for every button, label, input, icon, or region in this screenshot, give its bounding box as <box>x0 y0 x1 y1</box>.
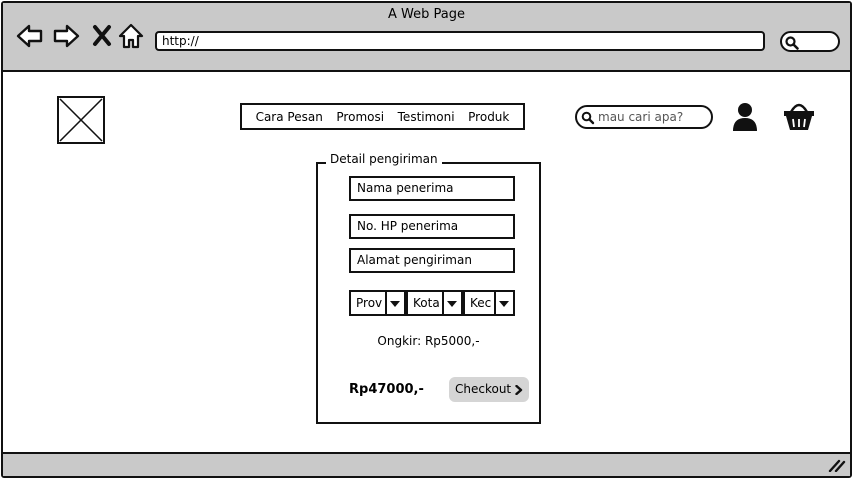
province-select[interactable]: Prov <box>349 290 406 316</box>
district-select[interactable]: Kec <box>463 290 515 316</box>
forward-arrow-icon[interactable] <box>52 22 80 50</box>
nav-item-testimoni[interactable]: Testimoni <box>398 110 455 124</box>
chevron-right-icon <box>515 385 523 395</box>
total-price: Rp47000,- <box>349 382 424 397</box>
shipping-cost-text: Ongkir: Rp5000,- <box>377 334 480 348</box>
district-select-value: Kec <box>470 296 492 310</box>
shipping-address-field[interactable]: Alamat pengiriman <box>349 248 515 273</box>
logo-image-placeholder <box>57 96 105 144</box>
user-account-icon[interactable] <box>732 102 758 132</box>
chevron-down-icon[interactable] <box>442 292 461 314</box>
chevron-down-icon[interactable] <box>385 292 404 314</box>
browser-statusbar <box>3 452 850 476</box>
nav-item-cara-pesan[interactable]: Cara Pesan <box>256 110 323 124</box>
checkout-button-label: Checkout <box>455 382 512 396</box>
fieldset-legend: Detail pengiriman <box>326 152 442 166</box>
province-select-value: Prov <box>356 296 383 310</box>
search-placeholder: mau cari apa? <box>598 110 684 124</box>
checkout-button[interactable]: Checkout <box>449 377 529 402</box>
recipient-name-field[interactable]: Nama penerima <box>349 176 515 201</box>
back-arrow-icon[interactable] <box>16 22 44 50</box>
image-placeholder-icon <box>59 98 103 142</box>
main-nav: Cara Pesan Promosi Testimoni Produk <box>240 103 525 130</box>
city-select[interactable]: Kota <box>406 290 463 316</box>
search-input[interactable]: mau cari apa? <box>575 105 713 129</box>
resize-grip-icon[interactable] <box>828 458 846 472</box>
close-x-icon[interactable] <box>89 22 117 50</box>
window-title: A Web Page <box>388 7 465 22</box>
search-icon <box>785 36 799 50</box>
chevron-down-icon[interactable] <box>494 292 513 314</box>
search-icon <box>581 111 595 125</box>
city-select-value: Kota <box>413 296 440 310</box>
shopping-basket-icon[interactable] <box>782 100 816 132</box>
nav-item-produk[interactable]: Produk <box>468 110 509 124</box>
nav-item-promosi[interactable]: Promosi <box>336 110 384 124</box>
home-icon[interactable] <box>117 22 145 50</box>
browser-search-box[interactable] <box>780 31 840 52</box>
url-bar[interactable]: http:// <box>155 31 765 51</box>
recipient-phone-field[interactable]: No. HP penerima <box>349 214 515 239</box>
